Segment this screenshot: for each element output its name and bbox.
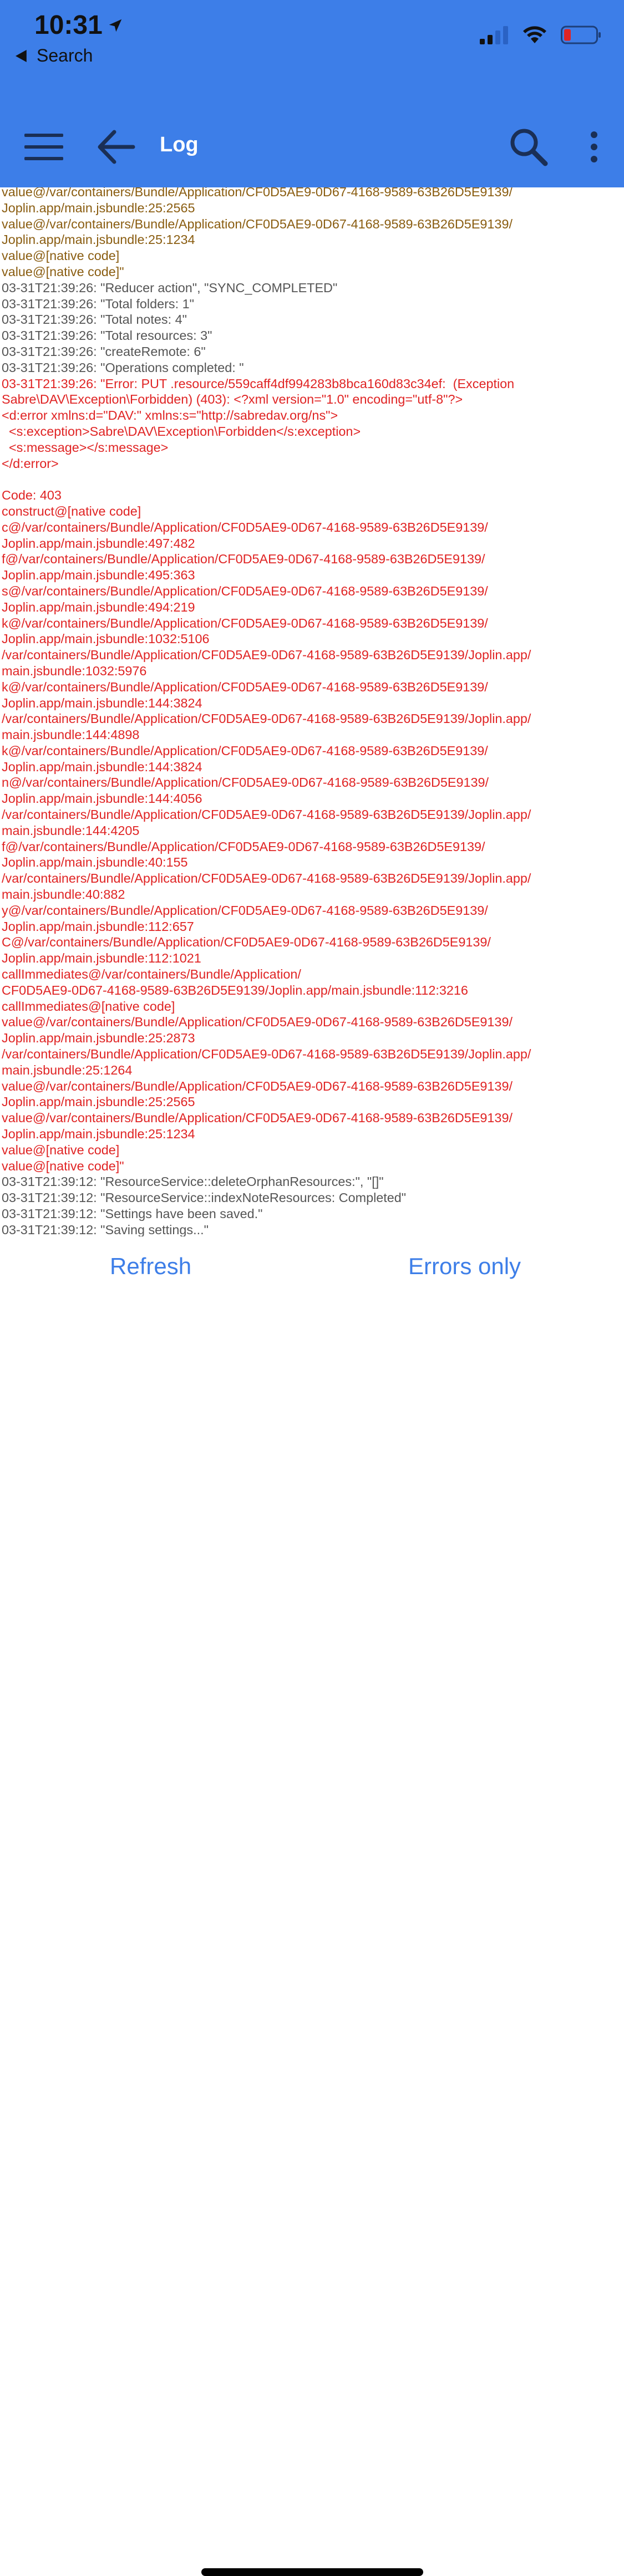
search-button[interactable] — [504, 122, 554, 172]
bottom-bar: Refresh Errors only — [0, 1236, 624, 2576]
log-line: main.jsbundle:144:4898 — [2, 727, 140, 742]
more-vertical-icon — [591, 131, 597, 162]
refresh-button[interactable]: Refresh — [110, 1253, 191, 1280]
log-line: 03-31T21:39:26: "Error: PUT .resource/55… — [2, 376, 515, 391]
log-line: f@/var/containers/Bundle/Application/CF0… — [2, 552, 485, 567]
log-line: value@/var/containers/Bundle/Application… — [2, 1078, 513, 1093]
page-title: Log — [160, 133, 199, 156]
back-button[interactable] — [91, 122, 141, 172]
log-line: main.jsbundle:40:882 — [2, 887, 125, 902]
log-line: Joplin.app/main.jsbundle:497:482 — [2, 536, 195, 551]
log-line: Joplin.app/main.jsbundle:25:2873 — [2, 1031, 195, 1046]
log-line: Joplin.app/main.jsbundle:25:2565 — [2, 200, 195, 215]
log-line: Joplin.app/main.jsbundle:1032:5106 — [2, 632, 210, 646]
back-triangle-icon — [16, 49, 27, 62]
log-line: f@/var/containers/Bundle/Application/CF0… — [2, 839, 485, 854]
more-options-button[interactable] — [569, 122, 619, 172]
status-indicators — [480, 26, 602, 44]
log-line: Joplin.app/main.jsbundle:494:219 — [2, 599, 195, 614]
log-line: 03-31T21:39:26: "Total notes: 4" — [2, 312, 187, 327]
log-line: Joplin.app/main.jsbundle:40:155 — [2, 855, 188, 870]
log-line: Joplin.app/main.jsbundle:144:3824 — [2, 695, 202, 710]
log-line: value@[native code] — [2, 1142, 120, 1157]
log-line: value@/var/containers/Bundle/Application… — [2, 216, 513, 231]
log-line: Joplin.app/main.jsbundle:25:1234 — [2, 1127, 195, 1142]
log-line: /var/containers/Bundle/Application/CF0D5… — [2, 648, 531, 663]
location-arrow-icon — [109, 19, 122, 32]
log-line: Joplin.app/main.jsbundle:25:1234 — [2, 232, 195, 247]
toolbar: Log — [0, 116, 624, 177]
back-to-app-link[interactable]: Search — [16, 45, 93, 66]
log-line: Joplin.app/main.jsbundle:112:1021 — [2, 951, 201, 966]
back-app-label: Search — [37, 45, 93, 65]
search-icon — [510, 129, 548, 166]
log-line: construct@[native code] — [2, 503, 141, 518]
wifi-icon — [523, 26, 546, 43]
status-time: 10:31 — [34, 10, 124, 40]
log-line: </d:error> — [2, 456, 59, 471]
log-line: Joplin.app/main.jsbundle:112:657 — [2, 919, 194, 934]
log-line: value@/var/containers/Bundle/Application… — [2, 1111, 513, 1126]
log-content: value@/var/containers/Bundle/Application… — [2, 187, 623, 1236]
errors-only-button[interactable]: Errors only — [408, 1253, 521, 1280]
log-line: callImmediates@/var/containers/Bundle/Ap… — [2, 967, 301, 982]
log-line: k@/var/containers/Bundle/Application/CF0… — [2, 615, 488, 630]
log-line: Joplin.app/main.jsbundle:25:2565 — [2, 1094, 195, 1109]
cellular-signal-icon — [480, 26, 508, 44]
log-line: 03-31T21:39:12: "ResourceService::indexN… — [2, 1190, 407, 1205]
hamburger-menu-icon — [24, 134, 63, 160]
arrow-left-icon — [98, 130, 135, 164]
status-time-text: 10:31 — [34, 11, 103, 40]
battery-low-icon — [561, 26, 601, 44]
log-line: main.jsbundle:1032:5976 — [2, 663, 147, 678]
log-line: value@/var/containers/Bundle/Application… — [2, 187, 513, 199]
log-line: C@/var/containers/Bundle/Application/CF0… — [2, 935, 491, 950]
log-list[interactable]: value@/var/containers/Bundle/Application… — [0, 187, 624, 1236]
log-line: Joplin.app/main.jsbundle:144:4056 — [2, 791, 202, 806]
log-line: 03-31T21:39:12: "ResourceService::delete… — [2, 1174, 384, 1189]
log-line: main.jsbundle:144:4205 — [2, 823, 140, 838]
home-indicator — [201, 2568, 423, 2576]
log-line: value@[native code]" — [2, 1158, 124, 1173]
log-line: Code: 403 — [2, 488, 62, 503]
app-header: 10:31 Search Log — [0, 0, 624, 187]
log-line: 03-31T21:39:12: "Saving settings..." — [2, 1222, 209, 1236]
log-line: Joplin.app/main.jsbundle:144:3824 — [2, 759, 202, 774]
log-line: 03-31T21:39:26: "Total resources: 3" — [2, 328, 212, 343]
log-line: CF0D5AE9-0D67-4168-9589-63B26D5E9139/Jop… — [2, 982, 468, 997]
log-line: k@/var/containers/Bundle/Application/CF0… — [2, 679, 488, 694]
log-line: /var/containers/Bundle/Application/CF0D5… — [2, 807, 531, 822]
menu-button[interactable] — [19, 122, 69, 172]
log-line: 03-31T21:39:26: "Operations completed: " — [2, 360, 244, 375]
log-line: k@/var/containers/Bundle/Application/CF0… — [2, 743, 488, 758]
log-line: y@/var/containers/Bundle/Application/CF0… — [2, 903, 488, 918]
log-line: 03-31T21:39:26: "Reducer action", "SYNC_… — [2, 280, 338, 295]
log-line: c@/var/containers/Bundle/Application/CF0… — [2, 520, 488, 534]
log-line: /var/containers/Bundle/Application/CF0D5… — [2, 871, 531, 886]
log-line: Sabre\DAV\Exception\Forbidden) (403): <?… — [2, 392, 463, 407]
log-line: <d:error xmlns:d="DAV:" xmlns:s="http://… — [2, 408, 338, 423]
log-line: value@[native code] — [2, 248, 120, 263]
log-line: n@/var/containers/Bundle/Application/CF0… — [2, 775, 489, 790]
log-line: Joplin.app/main.jsbundle:495:363 — [2, 568, 195, 583]
log-line: 03-31T21:39:26: "createRemote: 6" — [2, 344, 206, 359]
log-line: /var/containers/Bundle/Application/CF0D5… — [2, 1047, 531, 1062]
log-line: <s:message></s:message> — [2, 440, 169, 455]
log-line: /var/containers/Bundle/Application/CF0D5… — [2, 711, 531, 726]
log-line: 03-31T21:39:26: "Total folders: 1" — [2, 296, 194, 311]
log-line: value@[native code]" — [2, 264, 124, 279]
log-line: 03-31T21:39:12: "Settings have been save… — [2, 1206, 263, 1221]
log-line: main.jsbundle:25:1264 — [2, 1062, 133, 1077]
log-line: <s:exception>Sabre\DAV\Exception\Forbidd… — [2, 424, 361, 439]
log-line: callImmediates@[native code] — [2, 999, 175, 1014]
log-line: value@/var/containers/Bundle/Application… — [2, 1015, 513, 1030]
log-line: s@/var/containers/Bundle/Application/CF0… — [2, 583, 488, 598]
